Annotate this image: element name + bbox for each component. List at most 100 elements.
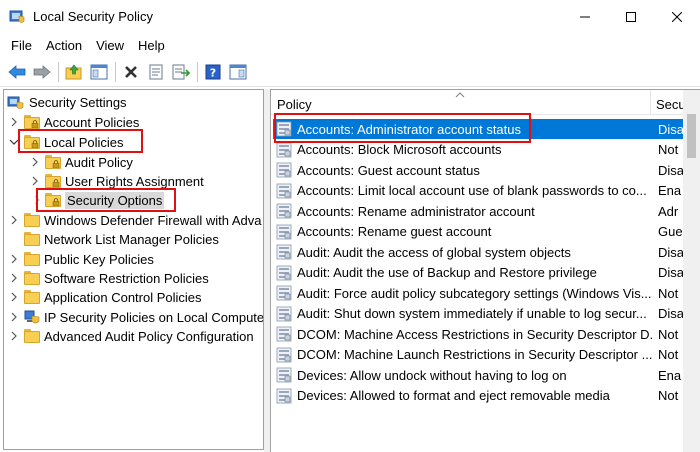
forward-button[interactable] (30, 60, 53, 83)
policy-security-setting: Not (658, 285, 679, 301)
minimize-icon (580, 16, 590, 17)
tree-root-security-settings[interactable]: Security Settings (7, 92, 127, 112)
tree-item-public-key-policies[interactable]: Public Key Policies (9, 249, 259, 269)
chevron-right-icon[interactable] (9, 214, 19, 226)
export-list-button[interactable] (169, 60, 192, 83)
policy-security-setting: Not (658, 388, 679, 403)
chevron-right-icon[interactable] (9, 253, 19, 265)
policy-row[interactable]: Accounts: Limit local account use of bla… (273, 181, 683, 201)
minimize-button[interactable] (562, 0, 608, 33)
policy-list-pane[interactable]: Policy Secu Accounts: Administrator acco… (270, 89, 700, 452)
policy-row[interactable]: Audit: Force audit policy subcategory se… (273, 283, 683, 303)
toolbar-separator (115, 61, 116, 82)
policy-security-setting: Disa (658, 244, 683, 260)
menu-help[interactable]: Help (131, 38, 172, 53)
policy-setting-icon (276, 162, 292, 178)
toolbar-separator (58, 61, 59, 82)
policy-row[interactable]: Devices: Allow undock without having to … (273, 365, 683, 385)
close-button[interactable] (654, 0, 700, 33)
policy-setting-icon (276, 388, 292, 404)
chevron-right-icon[interactable] (9, 291, 19, 303)
show-hide-console-tree-button[interactable] (87, 60, 110, 83)
policy-name: Accounts: Limit local account use of bla… (297, 183, 647, 198)
chevron-right-icon[interactable] (9, 116, 19, 128)
chevron-right-icon[interactable] (30, 156, 40, 168)
policy-name: Accounts: Rename administrator account (297, 203, 535, 219)
policy-row[interactable]: Audit: Audit the use of Backup and Resto… (273, 263, 683, 283)
policy-row[interactable]: Audit: Audit the access of global system… (273, 242, 683, 262)
policy-setting-icon (276, 183, 292, 199)
folder-icon (24, 329, 40, 343)
close-icon (672, 11, 682, 22)
tree-item-application-control[interactable]: Application Control Policies (9, 287, 259, 307)
policy-row[interactable]: DCOM: Machine Access Restrictions in Sec… (273, 324, 683, 344)
policy-security-setting: Not (658, 142, 679, 157)
maximize-button[interactable] (608, 0, 654, 33)
console-tree-pane[interactable]: Security Settings Account Policies Local… (3, 89, 264, 450)
folder-icon (24, 213, 40, 227)
back-button[interactable] (5, 60, 28, 83)
policy-row[interactable]: Accounts: Rename guest account Gue (273, 222, 683, 242)
tree-item-audit-policy[interactable]: Audit Policy (30, 152, 260, 172)
folder-icon (24, 290, 40, 304)
properties-button[interactable] (144, 60, 167, 83)
show-action-pane-button[interactable] (226, 60, 249, 83)
toolbar-separator (197, 61, 198, 82)
forward-arrow-icon (33, 64, 51, 79)
policy-name: Devices: Allow undock without having to … (297, 367, 567, 383)
locked-folder-icon (45, 174, 61, 188)
tree-item-software-restriction[interactable]: Software Restriction Policies (9, 268, 259, 288)
column-header-label: Policy (277, 97, 312, 112)
chevron-right-icon[interactable] (9, 272, 19, 284)
policy-security-setting: Disa (658, 121, 683, 137)
policy-setting-icon (276, 224, 292, 240)
scrollbar-thumb[interactable] (687, 114, 696, 158)
chevron-right-icon[interactable] (30, 175, 40, 187)
up-folder-icon (65, 64, 81, 79)
vertical-scrollbar[interactable] (683, 90, 700, 452)
highlight-box-local-policies (18, 129, 143, 153)
help-button[interactable]: ? (201, 60, 224, 83)
tree-item-label: User Rights Assignment (65, 173, 204, 189)
delete-icon (124, 65, 137, 78)
policy-name: DCOM: Machine Access Restrictions in Sec… (297, 326, 652, 342)
menu-bar: File Action View Help (0, 33, 700, 57)
policy-security-setting: Not (658, 347, 679, 362)
tree-item-label: Account Policies (44, 114, 140, 130)
policy-name: Audit: Audit the access of global system… (297, 244, 571, 260)
svg-text:?: ? (209, 66, 215, 79)
column-header-policy[interactable]: Policy (271, 90, 651, 115)
chevron-right-icon[interactable] (9, 330, 19, 342)
chevron-right-icon[interactable] (9, 311, 19, 323)
tree-item-network-list-manager[interactable]: Network List Manager Policies (9, 229, 259, 249)
delete-button[interactable] (119, 60, 142, 83)
policy-row[interactable]: Devices: Allowed to format and eject rem… (273, 386, 683, 406)
up-one-level-button[interactable] (62, 60, 85, 83)
menu-file[interactable]: File (4, 38, 39, 53)
help-icon: ? (205, 64, 220, 79)
policy-security-setting: Adr (658, 203, 679, 219)
tree-item-advanced-audit-policy[interactable]: Advanced Audit Policy Configuration (9, 326, 263, 346)
properties-icon (149, 64, 162, 79)
policy-name: Audit: Shut down system immediately if u… (297, 306, 647, 321)
policy-setting-icon (276, 265, 292, 281)
policy-row[interactable]: Accounts: Rename administrator account Ad… (273, 201, 683, 221)
locked-folder-icon (24, 115, 40, 129)
highlight-box-security-options (36, 188, 176, 212)
tree-item-ip-security-policies[interactable]: IP Security Policies on Local Compute (9, 307, 263, 327)
back-arrow-icon (7, 64, 25, 79)
policy-row[interactable]: DCOM: Machine Launch Restrictions in Sec… (273, 345, 683, 365)
policy-setting-icon (276, 244, 292, 260)
menu-action[interactable]: Action (39, 38, 89, 53)
policy-row[interactable]: Accounts: Guest account status Disa (273, 160, 683, 180)
tree-item-windows-defender-firewall[interactable]: Windows Defender Firewall with Adva (9, 210, 263, 230)
show-hide-tree-icon (90, 64, 107, 79)
policy-setting-icon (276, 347, 292, 363)
policy-name: Accounts: Block Microsoft accounts (297, 142, 502, 157)
menu-view[interactable]: View (89, 38, 131, 53)
policy-name: DCOM: Machine Launch Restrictions in Sec… (297, 347, 652, 362)
policy-security-setting: Disa (658, 306, 683, 321)
ip-security-icon (24, 310, 40, 324)
security-settings-icon (7, 95, 25, 109)
policy-row[interactable]: Audit: Shut down system immediately if u… (273, 304, 683, 324)
